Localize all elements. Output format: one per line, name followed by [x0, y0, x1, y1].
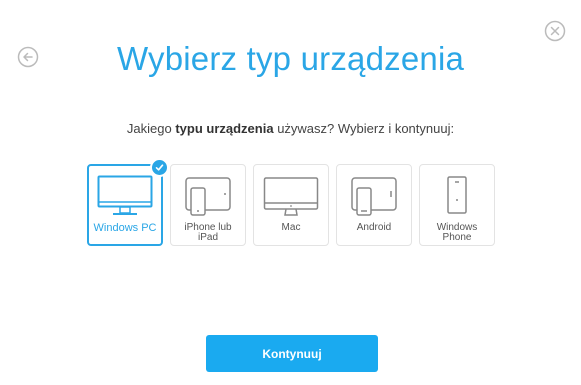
- imac-icon: [254, 173, 328, 219]
- tablet-phone-icon: [171, 173, 245, 219]
- device-label: Windows Phone: [436, 222, 478, 243]
- continue-button[interactable]: Kontynuuj: [206, 335, 378, 372]
- instruction-suffix: używasz? Wybierz i kontynuuj:: [273, 121, 455, 136]
- android-tablet-phone-icon: [337, 173, 411, 219]
- device-option-iphone-ipad[interactable]: iPhone lub iPad: [170, 164, 246, 246]
- close-icon: [544, 20, 566, 42]
- device-option-windows-pc[interactable]: Windows PC: [87, 158, 169, 246]
- monitor-icon: [89, 174, 161, 220]
- phone-icon: [420, 173, 494, 219]
- device-label: Mac: [281, 222, 301, 233]
- selected-check-icon: [150, 158, 169, 177]
- instruction-text: Jakiego typu urządzenia używasz? Wybierz…: [0, 121, 581, 136]
- device-option-mac[interactable]: Mac: [253, 164, 329, 246]
- device-option-android[interactable]: Android: [336, 164, 412, 246]
- instruction-bold: typu urządzenia: [175, 121, 274, 136]
- device-label: Windows PC: [93, 222, 157, 234]
- close-button[interactable]: [544, 20, 566, 42]
- instruction-prefix: Jakiego: [126, 121, 176, 136]
- device-option-windows-phone[interactable]: Windows Phone: [419, 164, 495, 246]
- page-title: Wybierz typ urządzenia: [116, 40, 465, 77]
- device-label: Android: [356, 222, 392, 233]
- device-options: Windows PC iPhone lub iPad Mac Android W…: [87, 158, 495, 248]
- device-label: iPhone lub iPad: [184, 222, 232, 243]
